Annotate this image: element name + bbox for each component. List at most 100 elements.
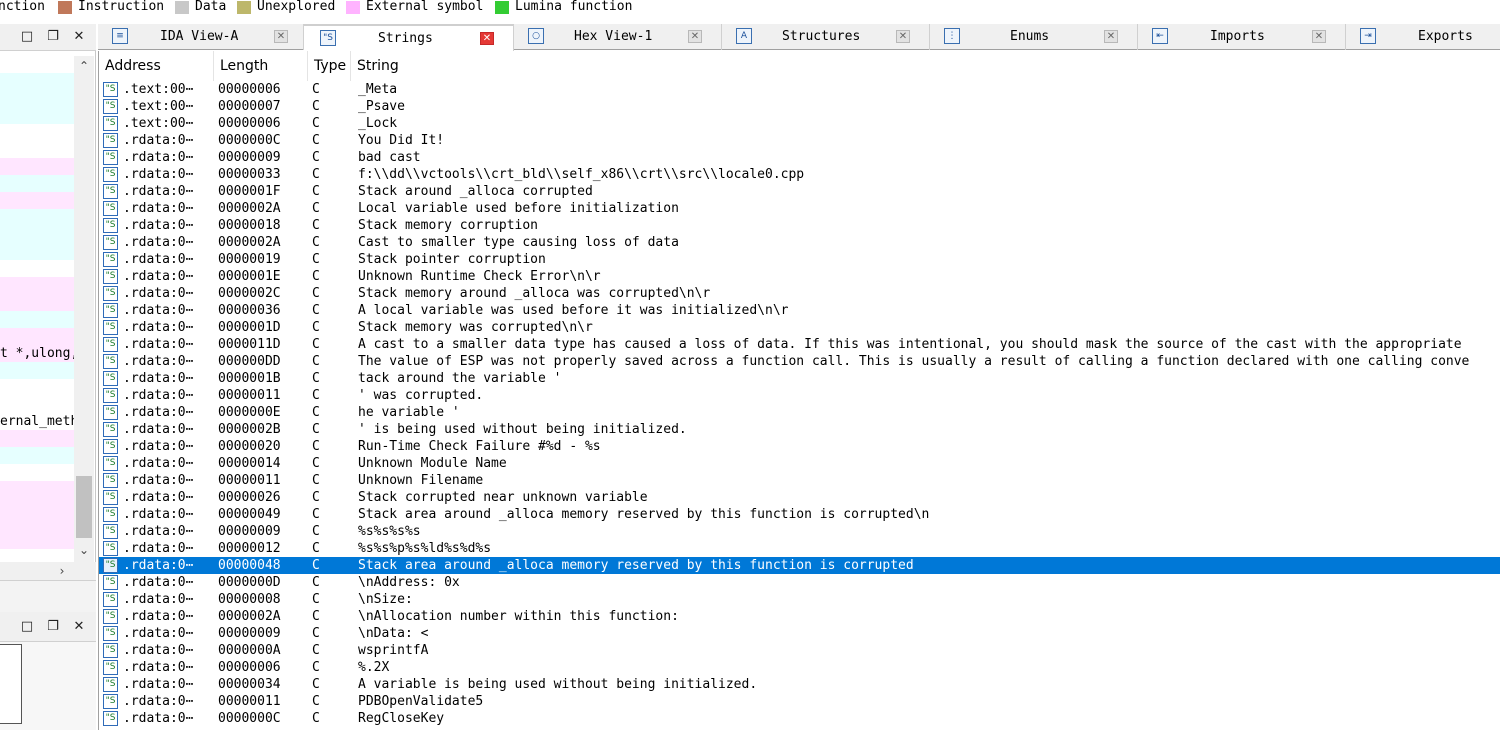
table-row[interactable]: "S .rdata:0⋯ 00000048 C Stack area around _a… xyxy=(99,557,1500,574)
function-row[interactable] xyxy=(0,73,74,90)
function-row[interactable] xyxy=(0,396,74,413)
table-row[interactable]: "S .rdata:0⋯ 00000009 C %s%s%s%s xyxy=(99,523,1500,540)
table-row[interactable]: "S .rdata:0⋯ 0000000C C You Did It! xyxy=(99,132,1500,149)
table-row[interactable]: "S .text:00⋯ 00000006 C _Meta xyxy=(99,81,1500,98)
table-row[interactable]: "S .rdata:0⋯ 00000006 C %.2X xyxy=(99,659,1500,676)
table-row[interactable]: "S .text:00⋯ 00000006 C _Lock xyxy=(99,115,1500,132)
scroll-up-icon[interactable]: ⌃ xyxy=(78,60,90,72)
table-row[interactable]: "S .rdata:0⋯ 0000001E C Unknown Runtime Chec… xyxy=(99,268,1500,285)
table-row[interactable]: "S .rdata:0⋯ 0000011D C A cast to a smaller … xyxy=(99,336,1500,353)
tab-close-icon[interactable]: ✕ xyxy=(480,32,494,45)
table-row[interactable]: "S .rdata:0⋯ 00000011 C ' was corrupted. xyxy=(99,387,1500,404)
table-row[interactable]: "S .rdata:0⋯ 0000000A CwsprintfA xyxy=(99,642,1500,659)
table-row[interactable]: "S .rdata:0⋯ 0000002A C Local variable used … xyxy=(99,200,1500,217)
function-row[interactable] xyxy=(0,107,74,124)
table-row[interactable]: "S .rdata:0⋯ 0000002B C ' is being used with… xyxy=(99,421,1500,438)
tab-exports[interactable]: ⇥ Exports xyxy=(1346,24,1500,50)
function-row[interactable] xyxy=(0,447,74,464)
table-row[interactable]: "S .rdata:0⋯ 0000001F C Stack around _alloca… xyxy=(99,183,1500,200)
function-row[interactable] xyxy=(0,226,74,243)
close-icon[interactable]: ✕ xyxy=(72,620,86,634)
table-row[interactable]: "S .rdata:0⋯ 00000019 C Stack pointer corrup… xyxy=(99,251,1500,268)
maximize-icon[interactable]: □ xyxy=(20,620,34,634)
tab-label: Imports xyxy=(1210,29,1265,44)
function-row[interactable] xyxy=(0,379,74,396)
restore-icon[interactable]: ❐ xyxy=(46,30,60,44)
tab-imports[interactable]: ⇤ Imports ✕ xyxy=(1138,24,1346,50)
horizontal-scrollbar[interactable]: › xyxy=(0,562,96,580)
table-row[interactable]: "S .rdata:0⋯ 00000026 C Stack corrupted near… xyxy=(99,489,1500,506)
function-row[interactable] xyxy=(0,328,74,345)
function-row[interactable] xyxy=(0,56,74,73)
function-row[interactable] xyxy=(0,464,74,481)
scroll-thumb[interactable] xyxy=(76,476,92,538)
tab-close-icon[interactable]: ✕ xyxy=(1312,30,1326,43)
close-icon[interactable]: ✕ xyxy=(72,30,86,44)
function-row[interactable] xyxy=(0,481,74,498)
table-row[interactable]: "S .rdata:0⋯ 0000002A C \nAllocation number … xyxy=(99,608,1500,625)
function-row[interactable] xyxy=(0,532,74,549)
function-row[interactable]: t *,ulong, xyxy=(0,345,74,362)
table-row[interactable]: "S .rdata:0⋯ 0000001B Ctack around the vari… xyxy=(99,370,1500,387)
vertical-scrollbar[interactable]: ⌃ ⌄ xyxy=(74,56,94,562)
scroll-down-icon[interactable]: ⌄ xyxy=(78,544,90,556)
tab-enums[interactable]: ⋮ Enums ✕ xyxy=(930,24,1138,50)
table-row[interactable]: "S .rdata:0⋯ 00000009 C \nData: < xyxy=(99,625,1500,642)
function-row[interactable]: ernal_meth xyxy=(0,413,74,430)
table-row[interactable]: "S .rdata:0⋯ 0000002A C Cast to smaller type… xyxy=(99,234,1500,251)
tab-ida-view-a[interactable]: ≡ IDA View-A ✕ xyxy=(98,24,304,50)
function-row[interactable] xyxy=(0,311,74,328)
table-row[interactable]: "S .rdata:0⋯ 00000034 C A variable is being … xyxy=(99,676,1500,693)
column-header-type[interactable]: Type xyxy=(308,51,351,81)
cell-length: 0000000D xyxy=(218,575,281,590)
table-row[interactable]: "S .rdata:0⋯ 00000008 C \nSize: xyxy=(99,591,1500,608)
restore-icon[interactable]: ❐ xyxy=(46,620,60,634)
table-row[interactable]: "S .rdata:0⋯ 00000011 C PDBOpenValidate5 xyxy=(99,693,1500,710)
table-row[interactable]: "S .rdata:0⋯ 00000009 Cbad cast xyxy=(99,149,1500,166)
tab-close-icon[interactable]: ✕ xyxy=(274,30,288,43)
table-row[interactable]: "S .rdata:0⋯ 0000000D C \nAddress: 0x xyxy=(99,574,1500,591)
table-row[interactable]: "S .rdata:0⋯ 00000018 C Stack memory corrupt… xyxy=(99,217,1500,234)
function-row[interactable] xyxy=(0,515,74,532)
table-row[interactable]: "S .rdata:0⋯ 00000049 C Stack area around _a… xyxy=(99,506,1500,523)
maximize-icon[interactable]: □ xyxy=(20,30,34,44)
function-row[interactable] xyxy=(0,243,74,260)
function-row[interactable] xyxy=(0,141,74,158)
table-row[interactable]: "S .rdata:0⋯ 0000000C C RegCloseKey xyxy=(99,710,1500,727)
table-row[interactable]: "S .rdata:0⋯ 00000033 Cf:\\dd\\vctools\\crt… xyxy=(99,166,1500,183)
table-row[interactable]: "S .rdata:0⋯ 00000012 C %s%s%p%s%ld%s%d%s xyxy=(99,540,1500,557)
tab-close-icon[interactable]: ✕ xyxy=(1104,30,1118,43)
function-row[interactable] xyxy=(0,209,74,226)
function-row[interactable] xyxy=(0,498,74,515)
function-row[interactable] xyxy=(0,294,74,311)
tab-strings[interactable]: "S Strings ✕ xyxy=(304,24,514,51)
function-row[interactable] xyxy=(0,430,74,447)
graph-overview[interactable] xyxy=(0,644,22,724)
functions-list[interactable]: t *,ulong, ernal_meth xyxy=(0,56,74,566)
scroll-right-icon[interactable]: › xyxy=(56,565,68,577)
table-row[interactable]: "S .rdata:0⋯ 0000001D C Stack memory was cor… xyxy=(99,319,1500,336)
function-row[interactable] xyxy=(0,362,74,379)
tab-close-icon[interactable]: ✕ xyxy=(688,30,702,43)
table-row[interactable]: "S .rdata:0⋯ 000000DD C The value of ESP was… xyxy=(99,353,1500,370)
function-row[interactable] xyxy=(0,277,74,294)
tab-hex-view-1[interactable]: ○ Hex View-1 ✕ xyxy=(514,24,722,50)
table-row[interactable]: "S .rdata:0⋯ 0000000E Che variable ' xyxy=(99,404,1500,421)
function-row[interactable] xyxy=(0,175,74,192)
table-row[interactable]: "S .text:00⋯ 00000007 C _Psave xyxy=(99,98,1500,115)
tab-close-icon[interactable]: ✕ xyxy=(896,30,910,43)
table-row[interactable]: "S .rdata:0⋯ 00000014 C Unknown Module Name xyxy=(99,455,1500,472)
tab-structures[interactable]: A Structures ✕ xyxy=(722,24,930,50)
table-row[interactable]: "S .rdata:0⋯ 00000011 C Unknown Filename xyxy=(99,472,1500,489)
function-row[interactable] xyxy=(0,260,74,277)
table-row[interactable]: "S .rdata:0⋯ 00000020 C Run-Time Check Failu… xyxy=(99,438,1500,455)
table-row[interactable]: "S .rdata:0⋯ 0000002C C Stack memory around … xyxy=(99,285,1500,302)
column-header-length[interactable]: Length xyxy=(214,51,308,81)
function-row[interactable] xyxy=(0,192,74,209)
column-header-string[interactable]: String xyxy=(351,51,1500,81)
column-header-address[interactable]: Address xyxy=(99,51,214,81)
function-row[interactable] xyxy=(0,158,74,175)
function-row[interactable] xyxy=(0,124,74,141)
table-row[interactable]: "S .rdata:0⋯ 00000036 C A local variable was… xyxy=(99,302,1500,319)
function-row[interactable] xyxy=(0,90,74,107)
